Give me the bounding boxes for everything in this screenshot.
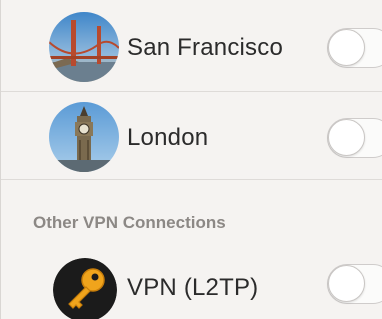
key-icon xyxy=(53,258,117,319)
vpn-row-l2tp[interactable]: VPN (L2TP) xyxy=(1,246,382,319)
toggle-knob xyxy=(328,265,365,302)
vpn-row-san-francisco[interactable]: San Francisco xyxy=(1,0,382,92)
big-ben-icon xyxy=(49,102,119,172)
vpn-row-london[interactable]: London xyxy=(1,92,382,180)
connection-label: San Francisco xyxy=(127,34,283,61)
london-toggle[interactable] xyxy=(327,118,382,158)
toggle-knob xyxy=(328,119,365,156)
connection-label: London xyxy=(127,124,209,151)
vpn-l2tp-toggle[interactable] xyxy=(327,264,382,304)
toggle-knob xyxy=(328,29,365,66)
section-header-other-vpn: Other VPN Connections xyxy=(33,213,226,232)
san-francisco-toggle[interactable] xyxy=(327,28,382,68)
connection-label: VPN (L2TP) xyxy=(127,274,259,301)
golden-gate-bridge-icon xyxy=(49,12,119,82)
vpn-connections-panel: San Francisco London Other VPN Connectio… xyxy=(0,0,382,319)
